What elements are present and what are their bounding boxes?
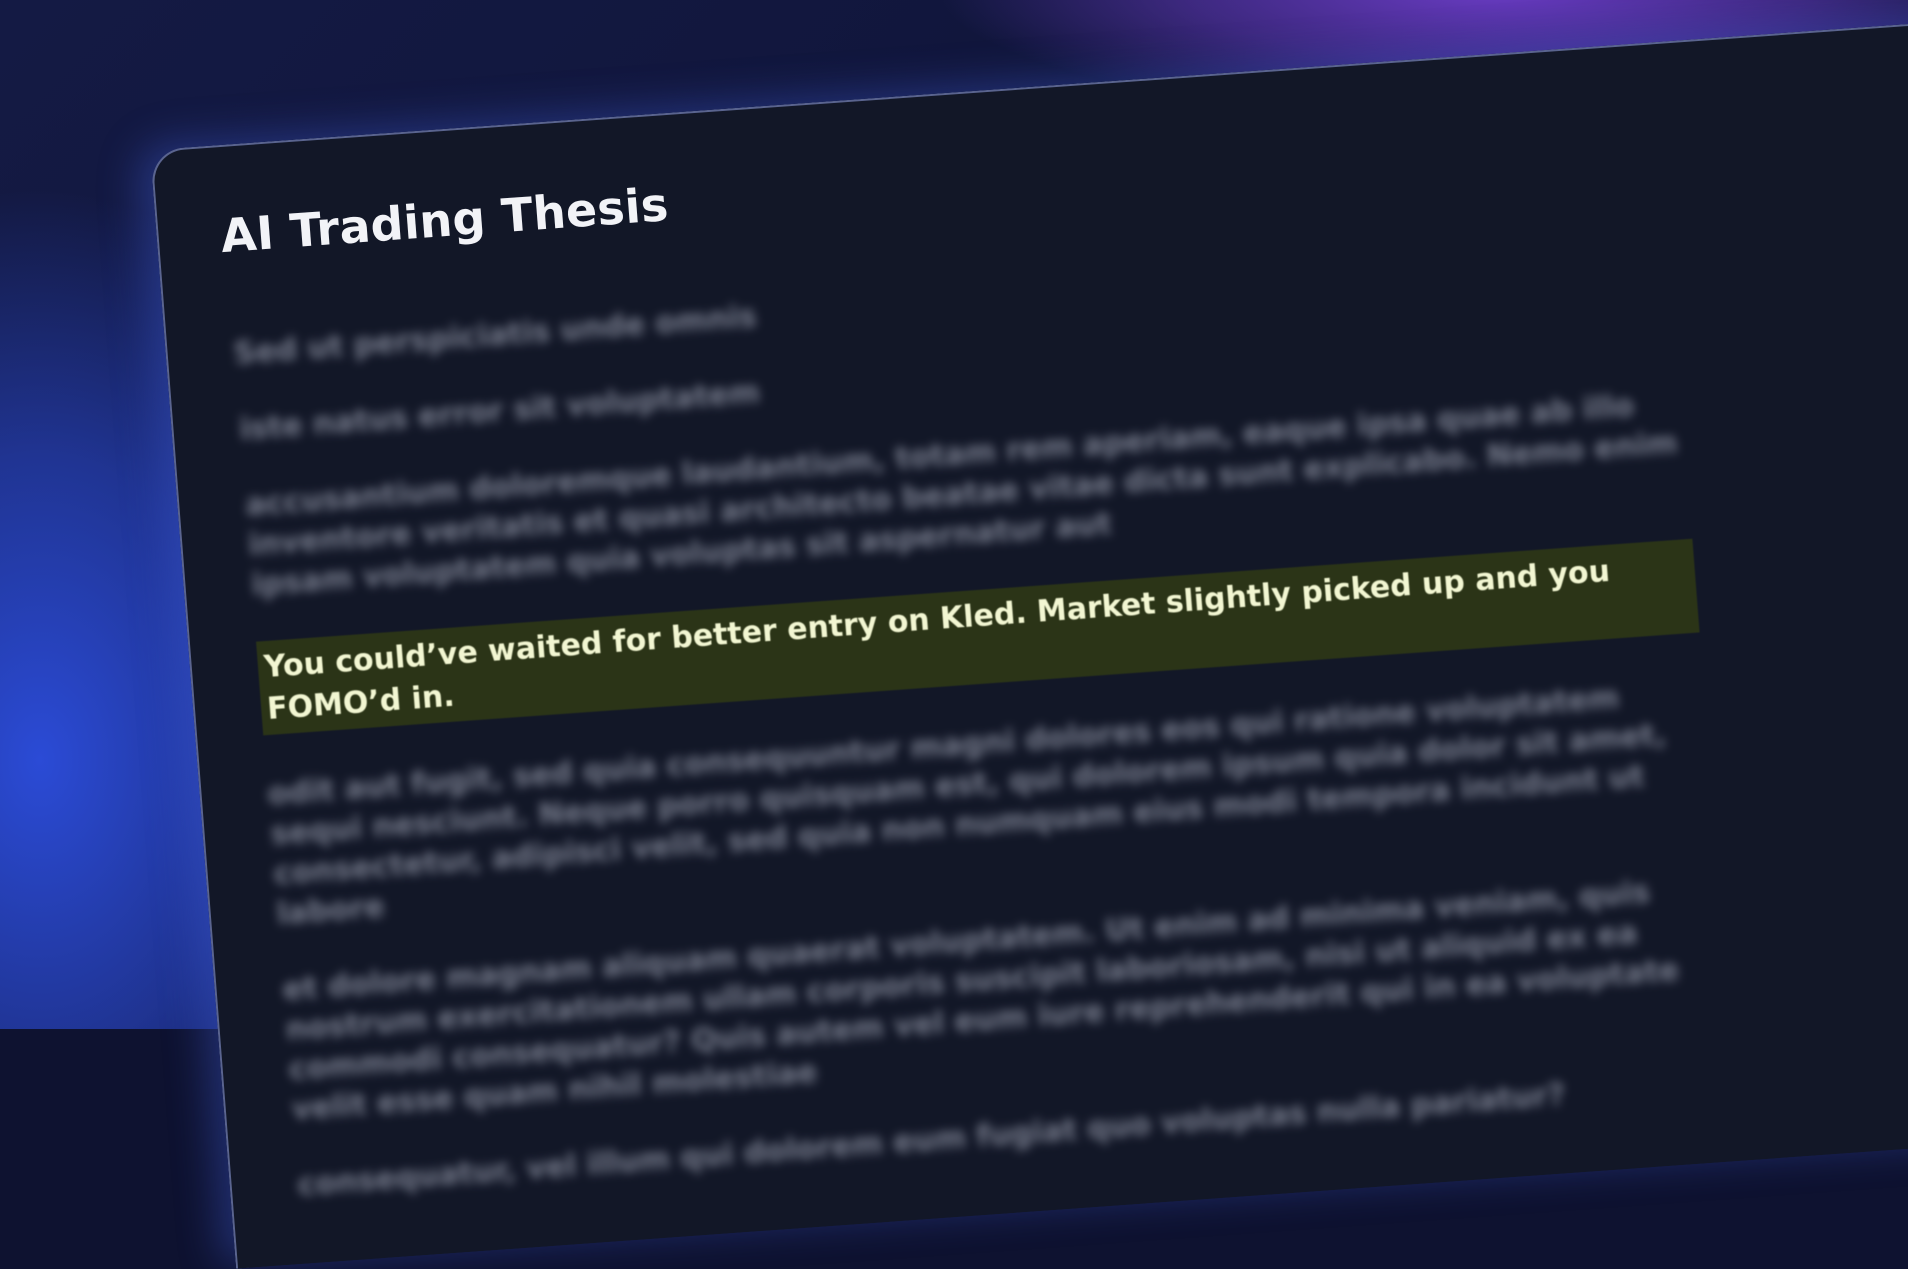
document-title: AI Trading Thesis (218, 177, 671, 264)
document-body[interactable]: Sed ut perspiciatis unde omnis iste natu… (232, 232, 1738, 1242)
document-window: AI Trading Thesis Sed ut perspiciatis un… (150, 15, 1908, 1269)
